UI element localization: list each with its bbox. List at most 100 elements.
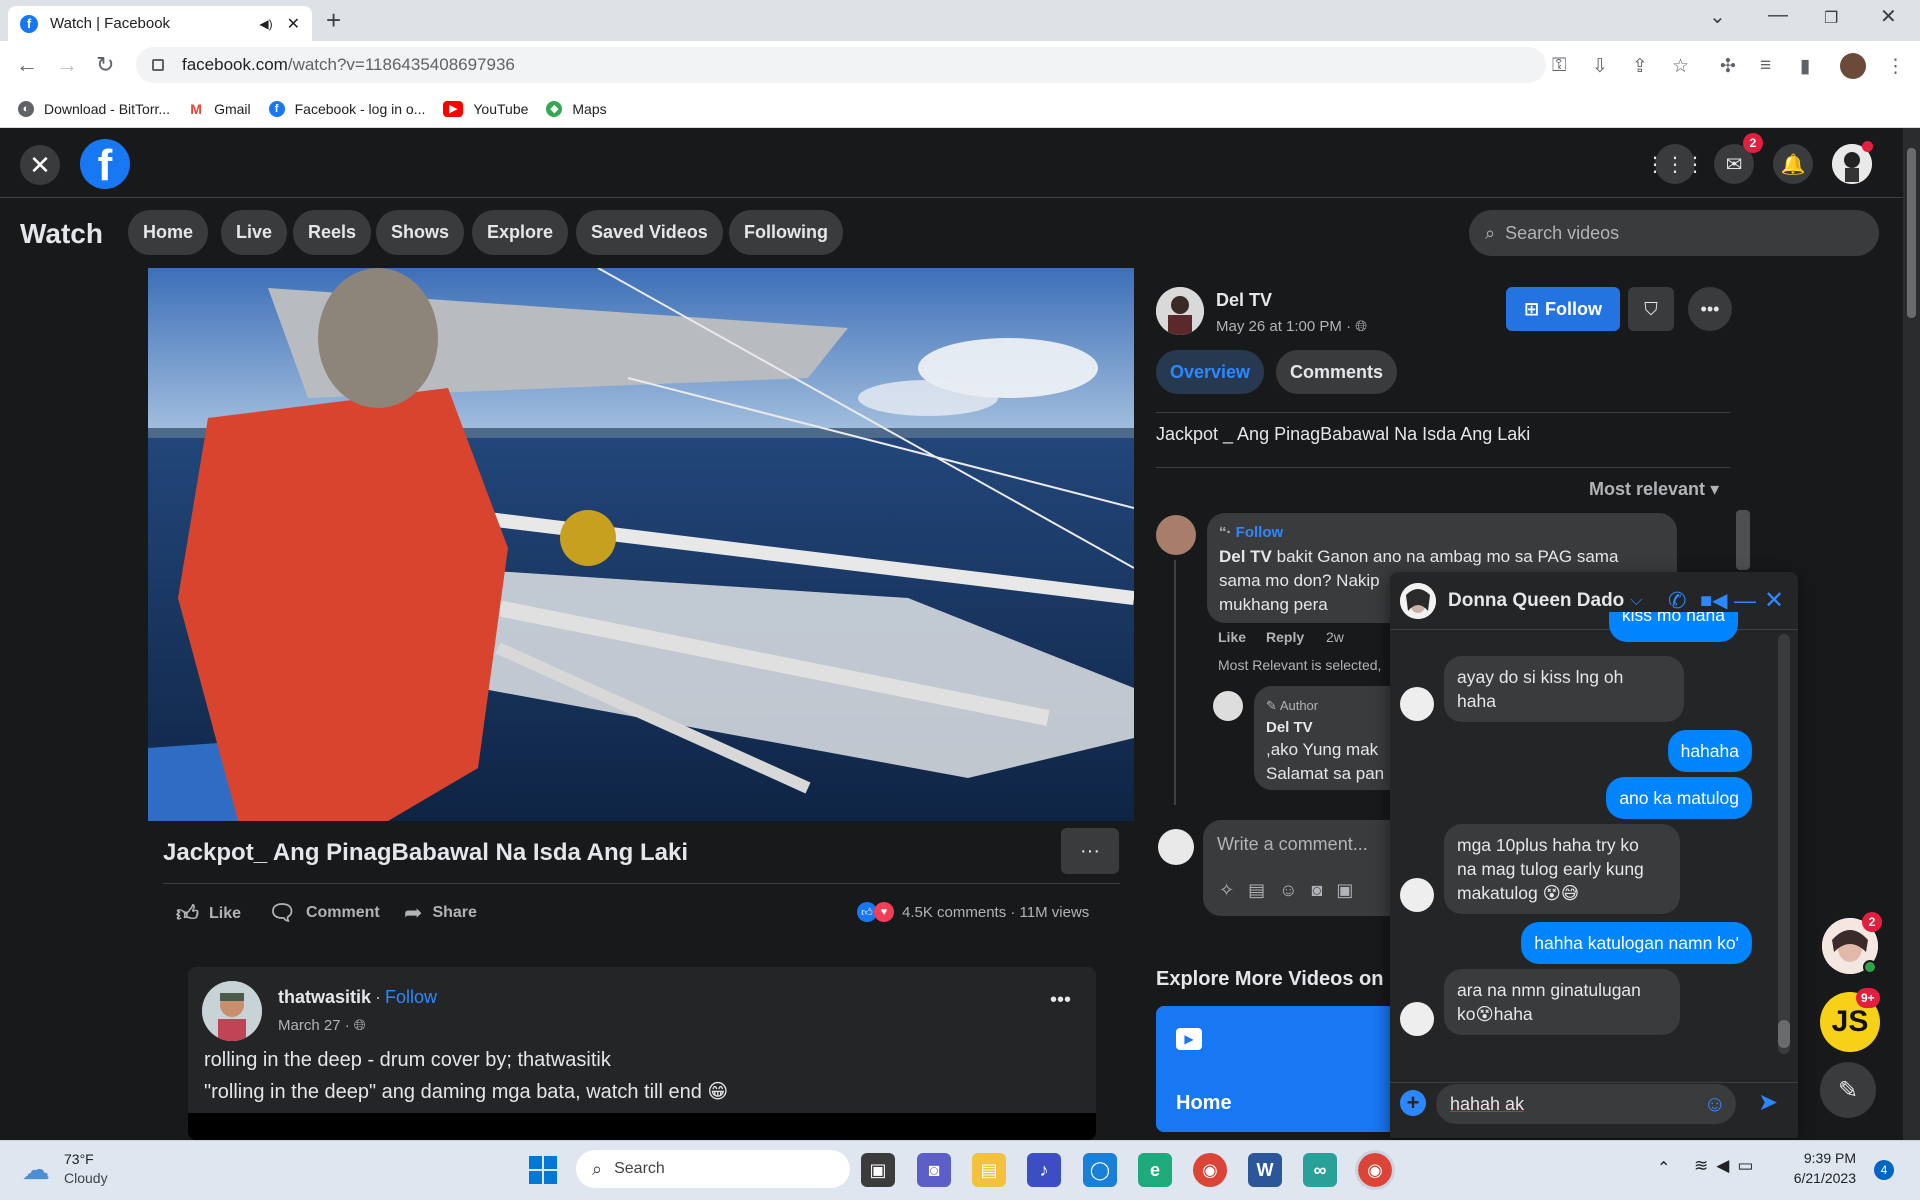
video-more-button[interactable]: ···: [1061, 828, 1119, 874]
comment-like-link[interactable]: Like: [1218, 629, 1246, 645]
app-icon-circle[interactable]: ◯: [1083, 1153, 1117, 1187]
notification-count-badge[interactable]: 4: [1874, 1160, 1894, 1180]
chat-add-icon[interactable]: +: [1400, 1090, 1426, 1116]
bookmark-youtube[interactable]: ▶ YouTube: [443, 100, 528, 117]
send-icon[interactable]: ➤: [1758, 1088, 1778, 1117]
bookmark-facebook[interactable]: f Facebook - log in o...: [268, 100, 425, 117]
weather-desc[interactable]: Cloudy: [64, 1170, 108, 1186]
comments-scrollbar[interactable]: [1736, 510, 1750, 570]
nav-reels[interactable]: Reels: [293, 210, 372, 255]
nav-saved-videos[interactable]: Saved Videos: [576, 210, 723, 255]
shield-icon: ⛉: [1644, 298, 1658, 319]
comment-reply-link[interactable]: Reply: [1266, 629, 1304, 645]
bookmark-gmail[interactable]: M Gmail: [188, 100, 251, 117]
notifications-bell-icon[interactable]: 🔔: [1773, 144, 1813, 184]
post-author-avatar[interactable]: [202, 981, 262, 1041]
edge-icon[interactable]: e: [1138, 1153, 1172, 1187]
post-follow-link[interactable]: Follow: [385, 987, 437, 1008]
share-icon[interactable]: ⇪: [1632, 55, 1648, 78]
new-tab-button[interactable]: +: [326, 6, 341, 34]
side-panel-icon[interactable]: ▮: [1800, 55, 1810, 78]
file-explorer-icon[interactable]: ▤: [972, 1153, 1006, 1187]
sort-dropdown[interactable]: Most relevant ▾: [1589, 479, 1719, 500]
minimize-button[interactable]: —: [1768, 4, 1788, 27]
install-icon[interactable]: ⇩: [1592, 55, 1608, 78]
minimize-chat-icon[interactable]: —: [1734, 588, 1756, 614]
chrome-icon[interactable]: ◉: [1193, 1153, 1227, 1187]
comment-button[interactable]: 🗨︎ Comment: [268, 900, 380, 926]
app-icon[interactable]: ♪: [1027, 1153, 1061, 1187]
restore-button[interactable]: ❐: [1824, 8, 1838, 28]
tab-overview[interactable]: Overview: [1156, 350, 1265, 394]
chrome-active-icon[interactable]: ◉: [1355, 1150, 1395, 1190]
chat-scroll-thumb[interactable]: [1778, 1020, 1790, 1048]
extensions-icon[interactable]: ✣: [1720, 55, 1736, 78]
comment-follow-badge[interactable]: “· Follow: [1219, 521, 1665, 545]
address-bar[interactable]: facebook.com/watch?v=1186435408697936: [136, 47, 1546, 83]
post-video[interactable]: [188, 1113, 1096, 1140]
nav-explore[interactable]: Explore: [472, 210, 569, 255]
chrome-menu-icon[interactable]: ⋮: [1886, 55, 1905, 78]
video-stats[interactable]: 👍︎ ♥ 4.5K comments · 11M views: [857, 902, 1089, 922]
clock-date[interactable]: 6/21/2023: [1786, 1170, 1856, 1186]
page-more-button[interactable]: •••: [1688, 287, 1732, 331]
facebook-logo[interactable]: f: [80, 139, 130, 189]
tab-close-icon[interactable]: ✕: [287, 14, 300, 34]
word-icon[interactable]: W: [1248, 1153, 1282, 1187]
key-icon[interactable]: ⚿: [1552, 55, 1566, 77]
teams-chat-icon[interactable]: ◙: [917, 1153, 951, 1187]
bookmark-star-icon[interactable]: ☆: [1672, 55, 1689, 78]
browser-tab[interactable]: f Watch | Facebook ◀) ✕: [8, 6, 312, 41]
page-name[interactable]: Del TV: [1216, 290, 1272, 311]
media-control-icon[interactable]: ≡: [1760, 55, 1771, 77]
nav-home[interactable]: Home: [128, 210, 209, 255]
emoji-icon[interactable]: ☺: [1704, 1091, 1726, 1117]
nav-live[interactable]: Live: [221, 210, 288, 255]
chat-contact-avatar[interactable]: [1400, 582, 1436, 619]
forward-button[interactable]: →: [56, 52, 78, 78]
post-author[interactable]: thatwasitik: [278, 987, 371, 1008]
comment-author[interactable]: Del TV: [1219, 547, 1272, 566]
close-watch-button[interactable]: ✕: [20, 145, 60, 185]
windows-start-icon[interactable]: [528, 1155, 558, 1185]
tray-network-volume-battery-icons[interactable]: ≋◀▭: [1694, 1156, 1761, 1176]
tab-comments[interactable]: Comments: [1276, 350, 1398, 394]
reload-button[interactable]: ↻: [96, 52, 114, 78]
weather-temp[interactable]: 73°F: [64, 1151, 94, 1167]
profile-avatar[interactable]: [1840, 53, 1866, 79]
new-message-icon[interactable]: ✎: [1820, 1062, 1876, 1118]
tab-search-icon[interactable]: ⌄: [1709, 4, 1726, 29]
comment-tools-icons[interactable]: ✧▤☺◙▣: [1219, 880, 1367, 901]
taskbar-search[interactable]: ⌕ Search: [576, 1150, 850, 1188]
video-call-icon[interactable]: ■◀: [1700, 588, 1727, 613]
close-chat-icon[interactable]: ✕: [1764, 586, 1784, 615]
share-button[interactable]: ➦ Share: [404, 900, 477, 926]
search-videos-input[interactable]: ⌕ Search videos: [1469, 210, 1879, 256]
clock-time[interactable]: 9:39 PM: [1796, 1150, 1856, 1166]
chat-message-input[interactable]: hahah ak ☺: [1436, 1084, 1736, 1124]
page-avatar[interactable]: [1156, 287, 1204, 335]
explore-home-tile[interactable]: ▶ Home: [1156, 1006, 1396, 1132]
bookmark-bittorrent[interactable]: ◐ Download - BitTorr...: [18, 100, 170, 117]
menu-grid-icon[interactable]: ⋮⋮⋮: [1645, 144, 1705, 184]
reply-author-avatar[interactable]: [1213, 691, 1243, 721]
commenter-avatar[interactable]: [1156, 515, 1196, 555]
task-view-icon[interactable]: ▣: [861, 1153, 895, 1187]
chevron-down-icon[interactable]: ⌵: [1630, 592, 1642, 610]
post-more-icon[interactable]: •••: [1050, 989, 1071, 1012]
speaker-icon[interactable]: ◀): [259, 17, 272, 31]
bookmark-maps[interactable]: ◆ Maps: [546, 100, 607, 117]
follow-button[interactable]: ⊞ Follow: [1506, 287, 1620, 331]
page-scrollbar[interactable]: [1903, 128, 1920, 1140]
shield-button[interactable]: ⛉: [1628, 287, 1674, 331]
like-button[interactable]: 👍︎ Like: [176, 900, 241, 927]
phone-call-icon[interactable]: ✆: [1668, 588, 1686, 614]
window-close-button[interactable]: ✕: [1880, 4, 1897, 29]
back-button[interactable]: ←: [16, 52, 38, 78]
nav-following[interactable]: Following: [729, 210, 843, 255]
app-icon-infinity[interactable]: ∞: [1303, 1153, 1337, 1187]
chat-scrollbar[interactable]: [1778, 634, 1790, 1054]
nav-shows[interactable]: Shows: [376, 210, 465, 255]
video-player[interactable]: [148, 268, 1134, 821]
tray-overflow-icon[interactable]: ⌃: [1657, 1158, 1670, 1178]
